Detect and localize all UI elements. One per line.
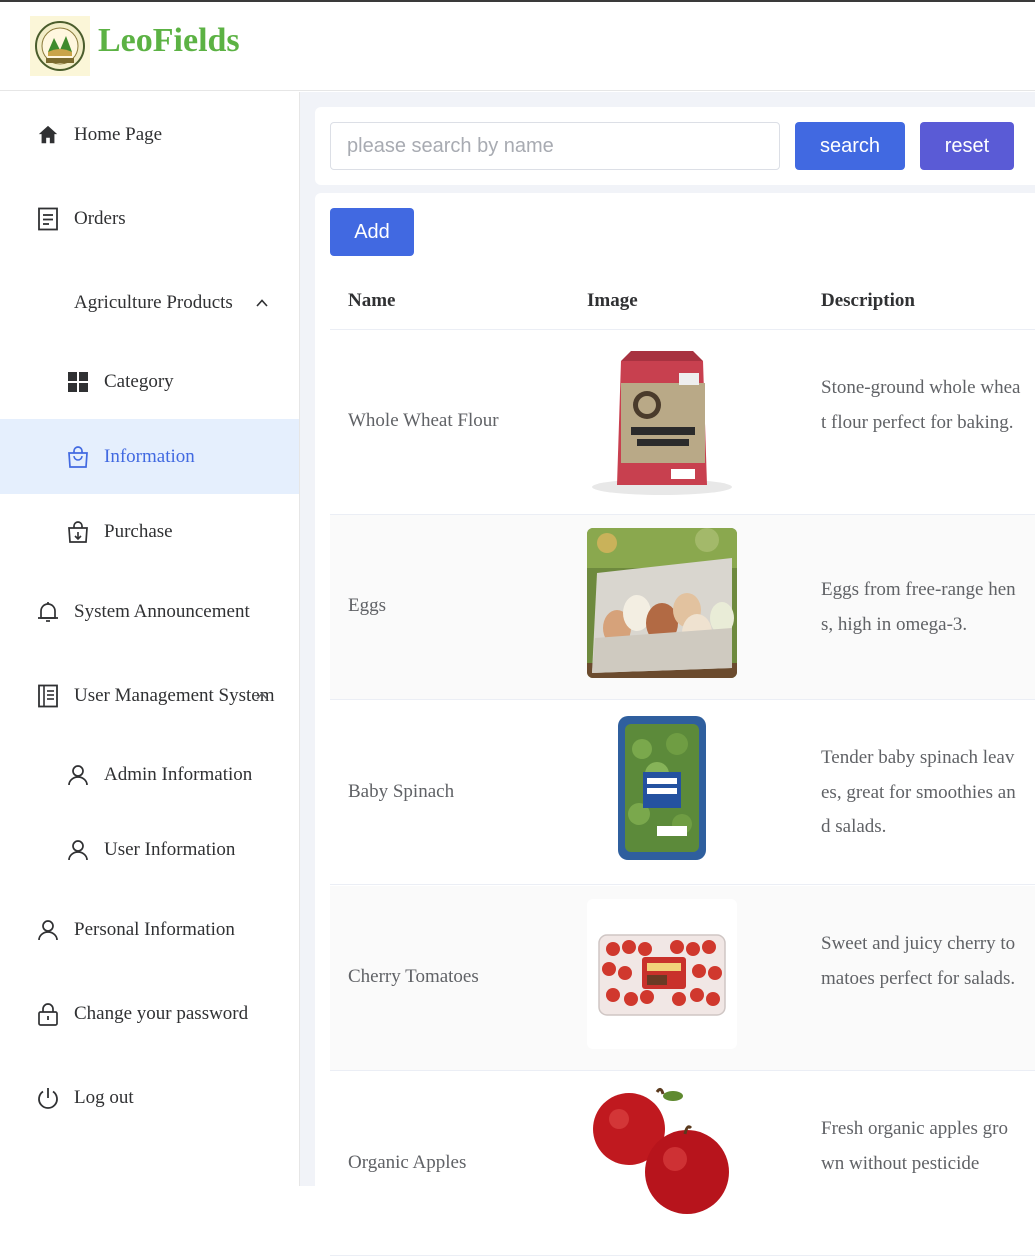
- reset-button[interactable]: reset: [920, 122, 1014, 170]
- logo-emblem-icon: [35, 21, 85, 71]
- notebook-icon: [36, 684, 60, 708]
- sidebar-item-label: System Announcement: [74, 600, 250, 622]
- sidebar-group-label: Agriculture Products: [74, 291, 233, 313]
- user-icon: [36, 918, 60, 942]
- sidebar-item-label: Category: [104, 370, 174, 392]
- sidebar-item-label: Admin Information: [104, 763, 253, 785]
- lock-icon: [36, 1002, 60, 1026]
- table-row[interactable]: Whole Wheat Flour Stone-ground whole whe…: [330, 330, 1035, 515]
- product-description: Fresh organic apples grown without pesti…: [821, 1118, 1008, 1174]
- table-row[interactable]: Cherry Tomatoes Sweet and juicy cherry t…: [330, 886, 1035, 1071]
- table-row[interactable]: Baby Spinach Tender baby spinach leaves,…: [330, 700, 1035, 885]
- shopping-bag-icon: [66, 445, 90, 469]
- column-header-name[interactable]: Name: [348, 290, 395, 312]
- sidebar-group-user-management-system[interactable]: User Management System: [0, 658, 299, 733]
- product-description: Stone-ground whole wheat flour perfect f…: [821, 377, 1021, 433]
- column-header-image[interactable]: Image: [587, 290, 638, 312]
- sidebar: Home Page Orders Agriculture Products Ca…: [0, 92, 300, 1186]
- bag-download-icon: [66, 520, 90, 544]
- sidebar-item-home[interactable]: Home Page: [0, 97, 299, 172]
- brand-name: LeoFields: [98, 22, 240, 59]
- sidebar-item-category[interactable]: Category: [0, 344, 299, 419]
- sidebar-group-agriculture-products[interactable]: Agriculture Products: [0, 265, 299, 340]
- product-description: Eggs from free-range hens, high in omega…: [821, 579, 1016, 635]
- sidebar-item-admin-information[interactable]: Admin Information: [0, 737, 299, 812]
- sidebar-item-purchase[interactable]: Purchase: [0, 494, 299, 569]
- search-input[interactable]: [330, 122, 780, 170]
- product-name: Cherry Tomatoes: [348, 966, 479, 987]
- sidebar-item-label: Purchase: [104, 520, 173, 542]
- product-description: Tender baby spinach leaves, great for sm…: [821, 747, 1016, 837]
- product-image-eggs: [587, 528, 737, 678]
- sidebar-item-label: User Information: [104, 838, 236, 860]
- sidebar-item-system-announcement[interactable]: System Announcement: [0, 574, 299, 649]
- product-name: Whole Wheat Flour: [348, 410, 499, 431]
- column-header-description[interactable]: Description: [821, 290, 915, 312]
- sidebar-item-orders[interactable]: Orders: [0, 181, 299, 256]
- bell-icon: [36, 600, 60, 624]
- product-image-apples: [587, 1084, 737, 1234]
- sidebar-item-label: Information: [104, 445, 195, 467]
- product-name: Organic Apples: [348, 1152, 467, 1173]
- chevron-up-icon: [250, 291, 274, 315]
- top-header: LeoFields: [0, 2, 1035, 91]
- table-row[interactable]: Eggs Eggs from free-range hens, high in …: [330, 515, 1035, 700]
- home-icon: [36, 123, 60, 147]
- document-icon: [36, 207, 60, 231]
- sidebar-group-label: User Management System: [74, 684, 275, 706]
- chevron-up-icon: [250, 684, 274, 708]
- sidebar-item-logout[interactable]: Log out: [0, 1060, 299, 1135]
- power-icon: [36, 1086, 60, 1110]
- product-description: Sweet and juicy cherry tomatoes perfect …: [821, 933, 1016, 989]
- brand-logo[interactable]: [30, 16, 90, 76]
- sidebar-item-change-password[interactable]: Change your password: [0, 976, 299, 1051]
- product-image-flour: [587, 347, 737, 497]
- add-button[interactable]: Add: [330, 208, 414, 256]
- sidebar-item-personal-information[interactable]: Personal Information: [0, 892, 299, 967]
- sidebar-item-label: Change your password: [74, 1002, 249, 1024]
- sidebar-item-user-information[interactable]: User Information: [0, 812, 299, 887]
- product-image-cherry-tomatoes: [587, 899, 737, 1049]
- sidebar-item-label: Log out: [74, 1086, 134, 1108]
- sidebar-item-label: Orders: [74, 207, 126, 229]
- user-icon: [66, 763, 90, 787]
- sidebar-item-label: Personal Information: [74, 918, 235, 940]
- product-name: Eggs: [348, 595, 386, 616]
- user-icon: [66, 838, 90, 862]
- table-row[interactable]: Organic Apples Fresh organic apples grow…: [330, 1071, 1035, 1256]
- sidebar-item-label: Home Page: [74, 123, 163, 145]
- grid-icon: [66, 370, 90, 394]
- search-button[interactable]: search: [795, 122, 905, 170]
- product-image-spinach: [587, 714, 737, 864]
- product-name: Baby Spinach: [348, 781, 455, 802]
- sidebar-item-information[interactable]: Information: [0, 419, 299, 494]
